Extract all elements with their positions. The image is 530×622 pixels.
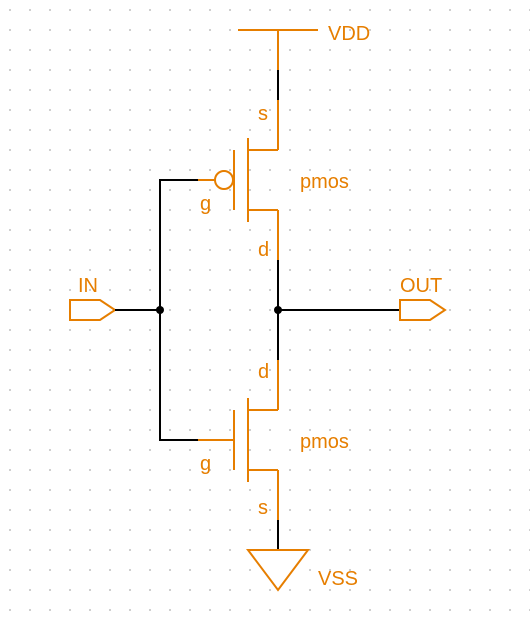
vdd-label: VDD [328, 23, 370, 45]
pmos-bot-s: s [258, 497, 268, 519]
schematic-canvas: VDD s pmos g d OUT [0, 0, 530, 622]
pmos-top-s: s [258, 103, 268, 125]
pmos-top-type: pmos [300, 171, 349, 193]
pmos-top-g: g [200, 193, 211, 215]
vss-label: VSS [318, 568, 358, 590]
out-label: OUT [400, 275, 442, 297]
pmos-top-d: d [258, 239, 269, 261]
pmos-bot-type: pmos [300, 431, 349, 453]
pmos-bot-g: g [200, 453, 211, 475]
pmos-bot-d: d [258, 361, 269, 383]
in-label: IN [78, 275, 98, 297]
